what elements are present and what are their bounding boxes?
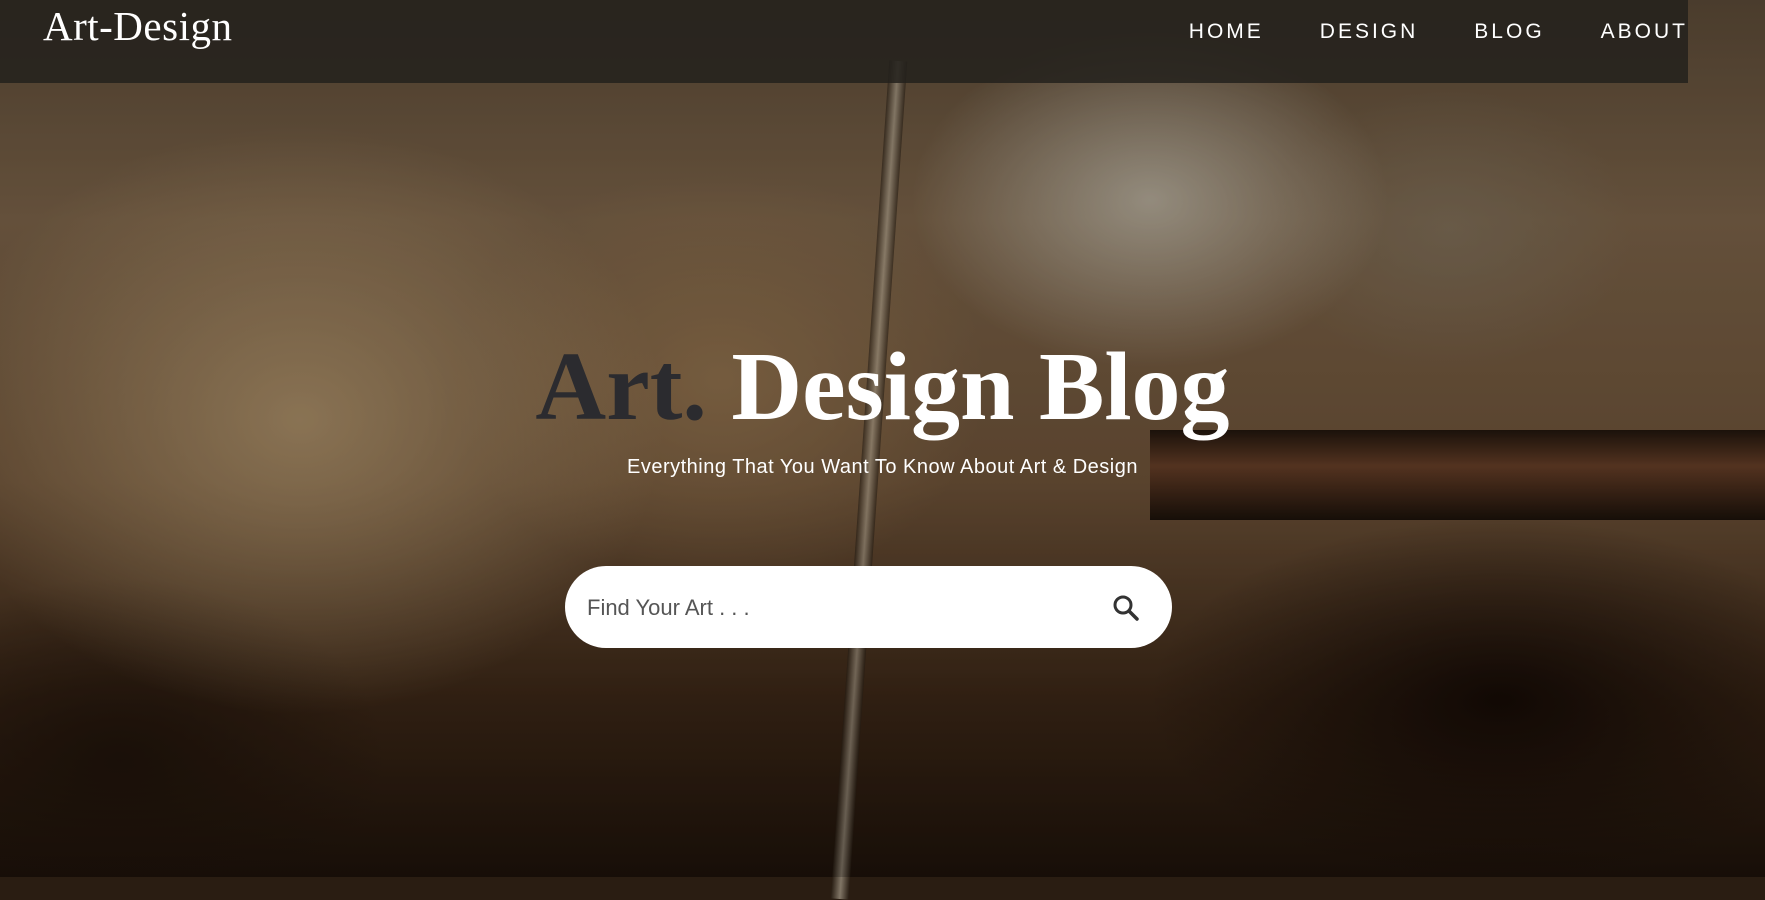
search-input[interactable] [585, 566, 1069, 650]
search-bar [565, 566, 1172, 650]
main-nav: HOME DESIGN BLOG ABOUT [1161, 20, 1688, 44]
hero: Art. Design Blog Everything That You Wan… [0, 332, 1765, 479]
hero-title: Art. Design Blog [0, 332, 1765, 442]
nav-item-blog[interactable]: BLOG [1446, 20, 1572, 44]
navbar: Art-Design HOME DESIGN BLOG ABOUT [0, 0, 1688, 83]
nav-item-home[interactable]: HOME [1161, 20, 1292, 44]
hero-subtitle: Everything That You Want To Know About A… [627, 456, 1138, 478]
nav-item-design[interactable]: DESIGN [1292, 20, 1447, 44]
search-icon[interactable] [1110, 592, 1142, 624]
brand-logo[interactable]: Art-Design [43, 2, 232, 50]
hero-title-main: Design Blog [731, 333, 1230, 441]
nav-item-about[interactable]: ABOUT [1573, 20, 1688, 44]
hero-title-accent: Art. [535, 333, 707, 441]
